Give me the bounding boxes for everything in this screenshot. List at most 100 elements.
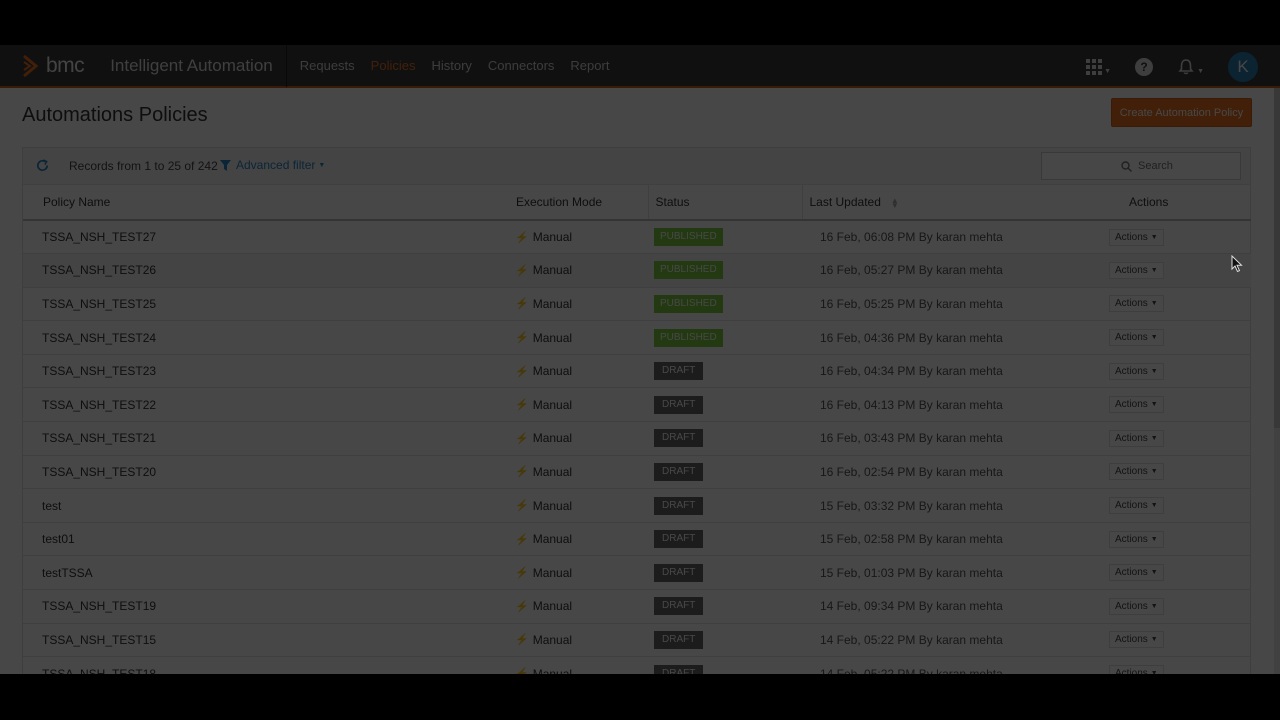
table-row[interactable]: TSSA_NSH_TEST23 ⚡ Manual DRAFT 16 Feb, 04:34… xyxy=(23,354,1251,389)
table-row[interactable]: test01 ⚡ Manual DRAFT 15 Feb, 02:58 PM By ka… xyxy=(23,522,1251,557)
bell-icon xyxy=(1178,58,1194,74)
apps-menu-button[interactable]: ▼ xyxy=(1086,58,1111,75)
search-input[interactable] xyxy=(1138,160,1238,172)
notifications-button[interactable]: ▼ xyxy=(1177,58,1204,76)
actions-label: Actions xyxy=(1115,399,1148,411)
actions-dropdown-button[interactable]: Actions ▼ xyxy=(1109,396,1164,414)
table-row[interactable]: TSSA_NSH_TEST25 ⚡ Manual PUBLISHED 16 Feb, 0… xyxy=(23,287,1251,322)
policy-name-cell[interactable]: TSSA_NSH_TEST24 xyxy=(23,320,496,355)
actions-dropdown-button[interactable]: Actions ▼ xyxy=(1109,597,1164,615)
column-header-status[interactable]: Status xyxy=(647,185,802,221)
policy-name[interactable]: TSSA_NSH_TEST21 xyxy=(42,431,156,445)
policy-name[interactable]: TSSA_NSH_TEST15 xyxy=(42,633,156,647)
column-header-last-updated[interactable]: Last Updated ▲ ▼ xyxy=(801,185,1109,221)
nav-requests[interactable]: Requests xyxy=(300,58,355,73)
last-updated-cell: 15 Feb, 01:03 PM By karan mehta xyxy=(802,555,1109,591)
table-row[interactable]: TSSA_NSH_TEST19 ⚡ Manual DRAFT 14 Feb, 09:34… xyxy=(23,589,1251,624)
column-header-last-updated-label: Last Updated xyxy=(809,195,881,209)
actions-dropdown-button[interactable]: Actions ▼ xyxy=(1109,631,1164,649)
policy-name[interactable]: TSSA_NSH_TEST23 xyxy=(42,364,156,378)
column-header-policy-name[interactable]: Policy Name xyxy=(23,185,496,221)
execution-mode-cell: ⚡Manual xyxy=(496,522,648,557)
actions-dropdown-button[interactable]: Actions ▼ xyxy=(1109,665,1164,674)
actions-dropdown-button[interactable]: Actions ▼ xyxy=(1109,564,1164,582)
policy-name[interactable]: TSSA_NSH_TEST27 xyxy=(42,230,156,244)
policy-name[interactable]: TSSA_NSH_TEST19 xyxy=(42,599,156,613)
actions-dropdown-button[interactable]: Actions ▼ xyxy=(1109,429,1164,447)
policy-name[interactable]: TSSA_NSH_TEST18 xyxy=(42,667,156,674)
nav-policies[interactable]: Policies xyxy=(371,58,416,73)
nav-connectors[interactable]: Connectors xyxy=(488,58,554,73)
policy-name-cell[interactable]: TSSA_NSH_TEST15 xyxy=(23,623,496,658)
table-row[interactable]: TSSA_NSH_TEST27 ⚡ Manual PUBLISHED 16 Feb, 0… xyxy=(23,220,1251,255)
table-row[interactable]: TSSA_NSH_TEST21 ⚡ Manual DRAFT 16 Feb, 03:43… xyxy=(23,421,1251,456)
policy-name[interactable]: TSSA_NSH_TEST20 xyxy=(42,465,156,479)
actions-dropdown-button[interactable]: Actions ▼ xyxy=(1109,497,1164,515)
bolt-icon: ⚡ xyxy=(515,567,529,580)
help-button[interactable]: ? xyxy=(1135,57,1154,76)
status-cell: DRAFT xyxy=(648,354,802,389)
table-row[interactable]: TSSA_NSH_TEST22 ⚡ Manual DRAFT 16 Feb, 04:13… xyxy=(23,387,1251,423)
policy-name-cell[interactable]: TSSA_NSH_TEST25 xyxy=(23,287,496,322)
table-row[interactable]: TSSA_NSH_TEST18 ⚡Manual DRAFT 14 Feb, 05:22… xyxy=(23,656,1251,674)
policy-name[interactable]: TSSA_NSH_TEST24 xyxy=(42,331,156,345)
bolt-icon: ⚡ xyxy=(515,533,529,546)
table-row[interactable]: TSSA_NSH_TEST24 ⚡ Manual PUBLISHED 16 Feb, 0… xyxy=(23,320,1251,355)
policy-name[interactable]: TSSA_NSH_TEST26 xyxy=(42,263,156,277)
search-box[interactable] xyxy=(1041,152,1241,180)
user-avatar[interactable]: K xyxy=(1228,51,1258,82)
policy-name-cell[interactable]: TSSA_NSH_TEST27 xyxy=(23,220,496,255)
bmc-logo[interactable]: bmc xyxy=(22,45,85,87)
bmc-logo-icon xyxy=(23,54,39,77)
policy-name-cell[interactable]: TSSA_NSH_TEST21 xyxy=(23,421,496,456)
refresh-icon[interactable] xyxy=(35,158,50,173)
policy-name-cell[interactable]: TSSA_NSH_TEST18 xyxy=(23,656,496,674)
policy-name[interactable]: testTSSA xyxy=(42,566,93,580)
actions-dropdown-button[interactable]: Actions ▼ xyxy=(1109,295,1164,313)
sort-icon[interactable]: ▲ ▼ xyxy=(891,196,899,209)
actions-dropdown-button[interactable]: Actions ▼ xyxy=(1109,463,1164,481)
policy-name-cell[interactable]: testTSSA xyxy=(23,555,496,591)
table-row[interactable]: TSSA_NSH_TEST20 ⚡ Manual DRAFT 16 Feb, 02:54… xyxy=(23,455,1251,490)
status-badge: DRAFT xyxy=(654,395,704,414)
status-cell: DRAFT xyxy=(648,555,802,591)
actions-dropdown-button[interactable]: Actions ▼ xyxy=(1109,362,1164,380)
actions-dropdown-button[interactable]: Actions ▼ xyxy=(1109,530,1164,548)
column-header-execution-mode[interactable]: Execution Mode xyxy=(496,185,648,221)
status-badge: DRAFT xyxy=(654,429,704,448)
policy-name[interactable]: TSSA_NSH_TEST22 xyxy=(42,398,156,412)
actions-dropdown-button[interactable]: Actions ▼ xyxy=(1109,228,1164,246)
policy-name-cell[interactable]: TSSA_NSH_TEST23 xyxy=(23,354,496,389)
bolt-icon: ⚡ xyxy=(515,231,529,244)
last-updated: 16 Feb, 04:36 PM By karan mehta xyxy=(820,330,1003,345)
policy-name[interactable]: TSSA_NSH_TEST25 xyxy=(42,297,156,311)
policy-name-cell[interactable]: TSSA_NSH_TEST20 xyxy=(23,455,496,490)
policy-name[interactable]: test01 xyxy=(42,532,75,546)
last-updated: 14 Feb, 09:34 PM By karan mehta xyxy=(820,599,1003,614)
execution-mode: Manual xyxy=(532,532,573,547)
policy-name-cell[interactable]: test xyxy=(23,488,496,523)
nav-report[interactable]: Report xyxy=(570,58,609,73)
advanced-filter-button[interactable]: Advanced filter ▼ xyxy=(220,158,325,172)
execution-mode: Manual xyxy=(532,632,573,647)
page-scrollbar[interactable] xyxy=(1274,88,1280,674)
actions-cell: Actions ▼ xyxy=(1109,589,1251,624)
actions-dropdown-button[interactable]: Actions ▼ xyxy=(1109,261,1164,279)
table-row[interactable]: TSSA_NSH_TEST15 ⚡ Manual DRAFT 14 Feb, 05:22… xyxy=(23,623,1251,658)
actions-dropdown-button[interactable]: Actions ▼ xyxy=(1109,329,1164,347)
policy-name-cell[interactable]: TSSA_NSH_TEST22 xyxy=(23,387,496,423)
actions-label: Actions xyxy=(1115,500,1148,512)
table-row[interactable]: TSSA_NSH_TEST26 ⚡ Manual PUBLISHED 16 Feb, 0… xyxy=(23,253,1251,288)
status-cell: DRAFT xyxy=(648,623,802,658)
create-automation-policy-button[interactable]: Create Automation Policy xyxy=(1111,98,1252,127)
policy-name-cell[interactable]: TSSA_NSH_TEST19 xyxy=(23,589,496,624)
scrollbar-thumb[interactable] xyxy=(1274,88,1280,428)
execution-mode-cell: ⚡Manual xyxy=(496,387,648,423)
policy-name[interactable]: test xyxy=(42,499,61,513)
table-row[interactable]: test ⚡ Manual DRAFT 15 Feb, 03:32 PM By kara… xyxy=(23,488,1251,523)
nav-history[interactable]: History xyxy=(431,58,471,73)
table-row[interactable]: testTSSA ⚡ Manual DRAFT 15 Feb, 01:03 PM By … xyxy=(23,555,1251,591)
policy-name-cell[interactable]: TSSA_NSH_TEST26 xyxy=(23,253,496,288)
actions-label: Actions xyxy=(1115,466,1148,478)
policy-name-cell[interactable]: test01 xyxy=(23,522,496,557)
